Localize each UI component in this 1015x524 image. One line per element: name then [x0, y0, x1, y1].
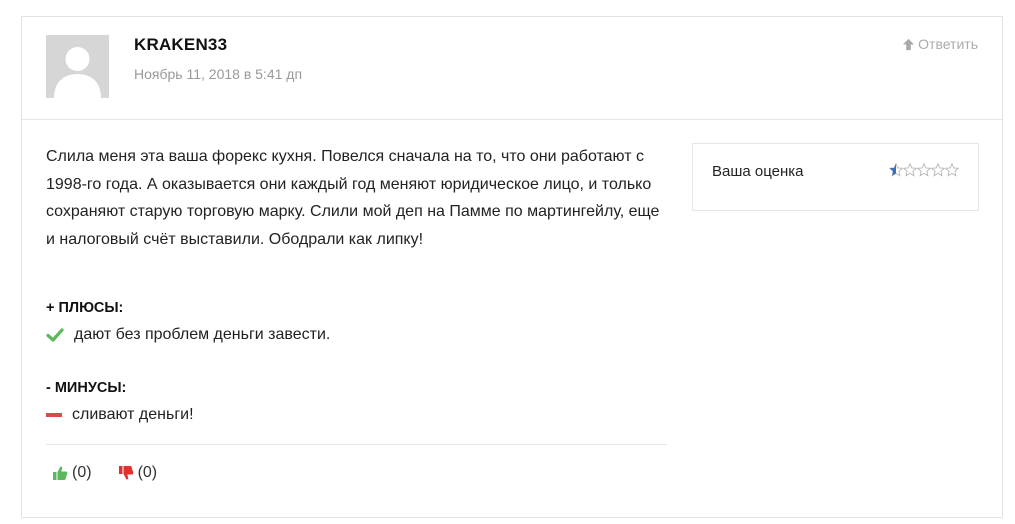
pros-item: дают без проблем деньги завести.: [46, 326, 330, 344]
star-icon[interactable]: [945, 163, 959, 177]
rating-label: Ваша оценка: [712, 163, 804, 180]
reply-button[interactable]: Ответить: [902, 36, 978, 52]
user-silhouette-icon: [46, 35, 109, 98]
votes-bar: (0) (0): [52, 464, 183, 482]
review-text: Слила меня эта ваша форекс кухня. Повелс…: [46, 148, 660, 248]
divider: [46, 444, 667, 445]
cons-title: - МИНУСЫ:: [46, 380, 127, 396]
thumbs-down-icon: [118, 466, 133, 480]
rating-stars[interactable]: [889, 163, 959, 177]
star-icon[interactable]: [889, 163, 903, 177]
check-icon: [46, 328, 64, 342]
vote-up-button[interactable]: (0): [52, 464, 92, 482]
rating-box: Ваша оценка: [692, 143, 979, 211]
review-card: KRAKEN33 Ноябрь 11, 2018 в 5:41 дп Ответ…: [21, 16, 1003, 518]
pros-item-text: дают без проблем деньги завести.: [74, 326, 331, 343]
arrow-up-icon: [903, 38, 915, 50]
cons-item-text: сливают деньги!: [72, 406, 194, 423]
star-icon[interactable]: [903, 163, 917, 177]
vote-down-count: (0): [137, 464, 158, 481]
vote-down-button[interactable]: (0): [118, 464, 158, 482]
pros-title: + ПЛЮСЫ:: [46, 300, 124, 316]
review-header: KRAKEN33 Ноябрь 11, 2018 в 5:41 дп Ответ…: [22, 17, 1002, 120]
reply-label: Ответить: [918, 36, 978, 52]
author-name[interactable]: KRAKEN33: [134, 35, 227, 55]
star-icon[interactable]: [931, 163, 945, 177]
star-icon[interactable]: [917, 163, 931, 177]
avatar: [46, 35, 109, 98]
vote-up-count: (0): [72, 464, 92, 481]
thumbs-up-icon: [53, 466, 68, 480]
cons-item: сливают деньги!: [46, 406, 194, 424]
review-date: Ноябрь 11, 2018 в 5:41 дп: [134, 66, 303, 82]
dash-icon: [46, 413, 62, 417]
